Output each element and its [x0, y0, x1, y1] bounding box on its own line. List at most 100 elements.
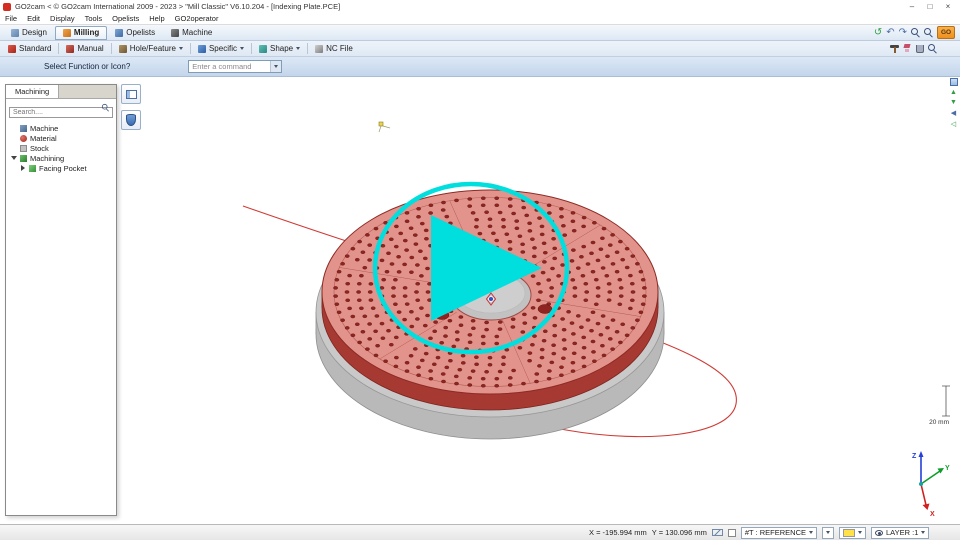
- zoom-fit-icon[interactable]: [924, 28, 933, 37]
- statusbar-checkbox[interactable]: [728, 529, 736, 537]
- machine-node-icon: [20, 125, 27, 132]
- mini-combobox[interactable]: [822, 527, 834, 539]
- color-swatch: [843, 529, 855, 537]
- refresh-icon[interactable]: ↺: [874, 28, 882, 38]
- reference-combobox[interactable]: #T : REFERENCE: [741, 527, 817, 539]
- reference-plane-icon[interactable]: [712, 529, 723, 536]
- nc-file-button[interactable]: NC File: [310, 42, 358, 55]
- chevron-down-icon: [921, 531, 925, 534]
- go2operator-button[interactable]: GO: [937, 26, 955, 39]
- machine-icon: [171, 29, 179, 37]
- arrow-back-icon[interactable]: ◁: [951, 120, 956, 128]
- milling-toolbar: Standard Manual Hole/Feature Specific Sh…: [0, 41, 960, 57]
- minimize-button[interactable]: –: [903, 2, 921, 11]
- shape-icon: [259, 45, 267, 53]
- tab-milling[interactable]: Milling: [55, 26, 107, 40]
- tree-label: Machining: [30, 154, 64, 163]
- panel-toggle-button[interactable]: [121, 84, 141, 104]
- chevron-down-icon: [179, 47, 183, 50]
- shield-icon: [126, 114, 136, 126]
- bucket-icon[interactable]: [916, 45, 924, 53]
- combo-dropdown[interactable]: [270, 61, 281, 72]
- machining-node-icon: [20, 155, 27, 162]
- undo-icon[interactable]: ↶: [886, 28, 894, 38]
- color-selector[interactable]: [839, 527, 866, 539]
- divider: [58, 43, 59, 54]
- manual-button[interactable]: Manual: [61, 42, 108, 55]
- manual-icon: [66, 45, 74, 53]
- standard-icon: [8, 45, 16, 53]
- tree-item-machining[interactable]: Machining: [6, 153, 116, 163]
- tree-label: Stock: [30, 144, 49, 153]
- titlebar: GO2cam < © GO2cam International 2009 - 2…: [0, 0, 960, 13]
- chevron-down-icon: [274, 65, 278, 68]
- arrow-up-icon[interactable]: ▲: [950, 89, 957, 96]
- tree-label: Machine: [30, 124, 58, 133]
- menu-display[interactable]: Display: [45, 14, 80, 23]
- tree-item-facing-pocket[interactable]: Facing Pocket: [6, 163, 116, 173]
- standard-label: Standard: [19, 44, 51, 53]
- design-icon: [11, 29, 19, 37]
- menu-tools[interactable]: Tools: [80, 14, 108, 23]
- machining-panel: Machining Machine Material Stock Machini…: [5, 84, 117, 516]
- menu-help[interactable]: Help: [144, 14, 169, 23]
- tab-design[interactable]: Design: [3, 26, 55, 40]
- command-prompt: Select Function or Icon?: [44, 62, 130, 71]
- collapse-icon[interactable]: [11, 156, 17, 160]
- tools-icon[interactable]: [890, 44, 899, 53]
- tab-opelists[interactable]: Opelists: [107, 26, 163, 40]
- standard-button[interactable]: Standard: [3, 42, 56, 55]
- tree-label: Facing Pocket: [39, 164, 87, 173]
- divider: [307, 43, 308, 54]
- status-y-coordinate: Y = 130.096 mm: [652, 528, 707, 537]
- hole-feature-icon: [119, 45, 127, 53]
- divider: [111, 43, 112, 54]
- chevron-down-icon: [809, 531, 813, 534]
- mount-hole: [538, 305, 552, 314]
- axis-label-x: X: [930, 511, 935, 518]
- menu-edit[interactable]: Edit: [22, 14, 45, 23]
- tree-item-machine[interactable]: Machine: [6, 123, 116, 133]
- tab-machine[interactable]: Machine: [163, 26, 220, 40]
- protection-button[interactable]: [121, 110, 141, 130]
- axis-label-y: Y: [945, 465, 950, 472]
- status-x-coordinate: X = -195.994 mm: [589, 528, 647, 537]
- arrow-left-icon[interactable]: ◀: [951, 109, 956, 117]
- manual-label: Manual: [77, 44, 103, 53]
- menu-go2operator[interactable]: GO2operator: [170, 14, 224, 23]
- tree-item-stock[interactable]: Stock: [6, 143, 116, 153]
- quick-access-icons: ↺ ↶ ↷ GO: [874, 26, 957, 39]
- viewport-3d[interactable]: 20 mm Z Y X: [0, 0, 960, 540]
- command-combobox[interactable]: Enter a command: [188, 60, 282, 73]
- menu-file[interactable]: File: [0, 14, 22, 23]
- zoom-window-icon[interactable]: [928, 44, 937, 53]
- svg-text:20 mm: 20 mm: [929, 419, 949, 426]
- view-window-icon[interactable]: [950, 78, 958, 86]
- machining-tree: Machine Material Stock Machining Facing …: [6, 121, 116, 515]
- expand-icon[interactable]: [21, 165, 25, 171]
- zoom-icon[interactable]: [911, 28, 920, 37]
- view-toolbar: ▲ ▼ ◀ ◁: [947, 78, 960, 128]
- close-button[interactable]: ×: [939, 2, 957, 11]
- stock-node-icon: [20, 145, 27, 152]
- redo-icon[interactable]: ↷: [899, 28, 907, 38]
- scale-indicator: 20 mm: [929, 386, 950, 426]
- shape-label: Shape: [270, 44, 293, 53]
- brush-icon[interactable]: [903, 44, 912, 53]
- shape-button[interactable]: Shape: [254, 42, 305, 55]
- tree-item-material[interactable]: Material: [6, 133, 116, 143]
- chevron-down-icon: [296, 47, 300, 50]
- tab-machining-panel[interactable]: Machining: [6, 85, 59, 98]
- statusbar: X = -195.994 mm Y = 130.096 mm #T : REFE…: [0, 524, 960, 540]
- layer-combobox[interactable]: LAYER :1: [871, 527, 929, 539]
- specific-button[interactable]: Specific: [193, 42, 249, 55]
- search-row: [6, 99, 116, 121]
- arrow-down-icon[interactable]: ▼: [950, 99, 957, 106]
- maximize-button[interactable]: □: [921, 2, 939, 11]
- search-input[interactable]: [9, 107, 113, 118]
- search-icon[interactable]: [102, 104, 109, 111]
- tab-design-label: Design: [22, 28, 47, 37]
- window-title: GO2cam < © GO2cam International 2009 - 2…: [15, 2, 903, 11]
- hole-feature-button[interactable]: Hole/Feature: [114, 42, 188, 55]
- menu-opelists[interactable]: Opelists: [107, 14, 144, 23]
